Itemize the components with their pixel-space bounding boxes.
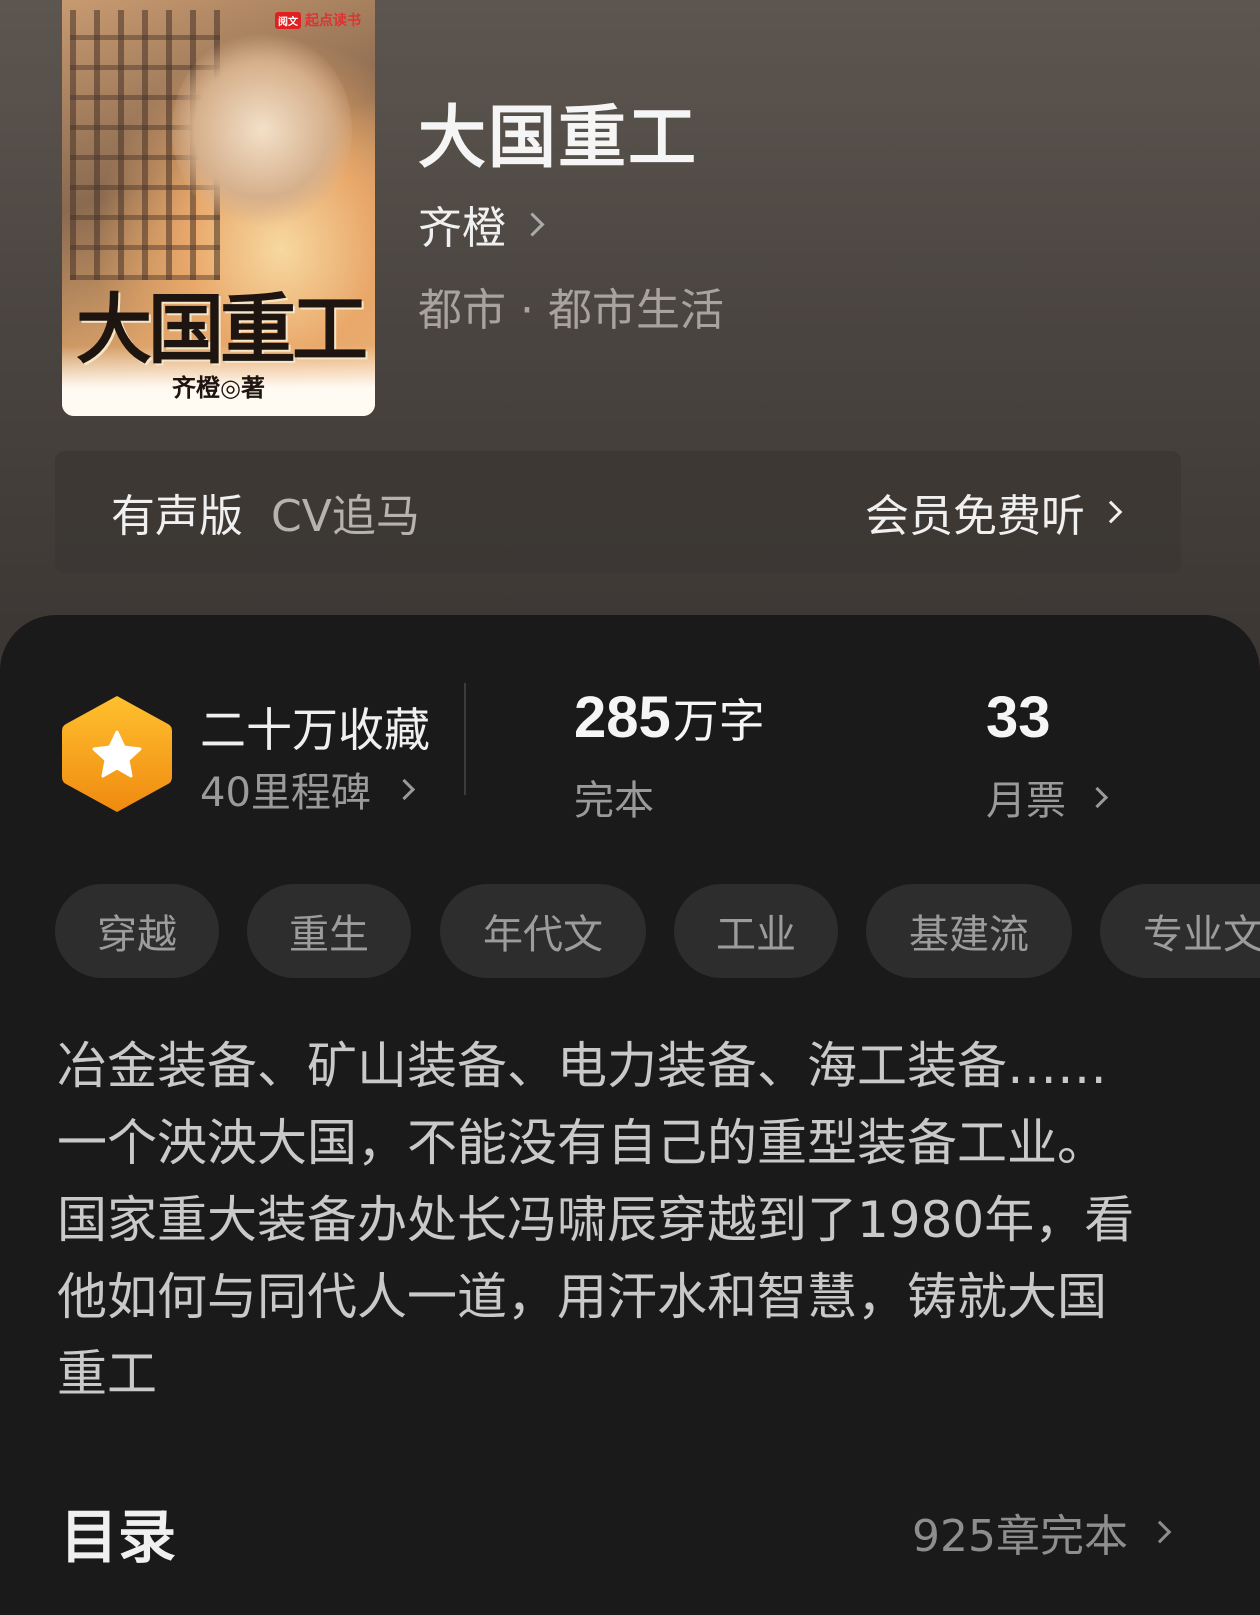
stat-divider xyxy=(464,683,466,795)
tag-chip[interactable]: 工业 xyxy=(674,884,838,978)
audio-label: 有声版 xyxy=(111,491,243,542)
book-intro[interactable]: 冶金装备、矿山装备、电力装备、海工装备…… 一个泱泱大国，不能没有自己的重型装备… xyxy=(57,1028,1187,1413)
book-cover[interactable]: 阅文 起点读书 大国重工 齐橙◎著 xyxy=(62,0,375,416)
tag-chip[interactable]: 基建流 xyxy=(866,884,1072,978)
toc-link[interactable]: 925章完本 xyxy=(912,1500,1172,1564)
author-link[interactable]: 齐橙 xyxy=(418,192,545,256)
member-free-listen-label: 会员免费听 xyxy=(865,491,1085,542)
completion-status: 完本 xyxy=(574,778,654,824)
word-count: 285万字 xyxy=(574,685,765,750)
monthly-votes-label: 月票 xyxy=(986,778,1066,824)
monthly-votes-count: 33 xyxy=(986,685,1051,750)
tag-chip[interactable]: 穿越 xyxy=(55,884,219,978)
collections-count: 二十万收藏 xyxy=(200,703,430,757)
chevron-right-icon xyxy=(520,211,545,237)
intro-line: 冶金装备、矿山装备、电力装备、海工装备…… xyxy=(57,1037,1107,1095)
toc-title: 目录 xyxy=(60,1503,177,1571)
author-name: 齐橙 xyxy=(418,203,506,254)
intro-line: 重工 xyxy=(57,1345,157,1403)
chevron-right-icon xyxy=(393,778,416,800)
tag-list: 穿越 重生 年代文 工业 基建流 专业文 xyxy=(55,884,1260,980)
milestones-label: 40里程碑 xyxy=(200,770,371,816)
book-category: 都市 · 都市生活 xyxy=(418,285,724,336)
cover-author: 齐橙◎著 xyxy=(172,374,265,402)
book-title: 大国重工 xyxy=(418,98,699,178)
member-free-listen-button[interactable]: 会员免费听 xyxy=(865,480,1123,544)
cover-brand: 阅文 起点读书 xyxy=(275,10,361,30)
audio-cv: CV追马 xyxy=(271,491,420,542)
star-badge-icon xyxy=(62,696,172,812)
audio-version-bar[interactable]: 有声版 CV追马 会员免费听 xyxy=(55,451,1181,573)
tag-chip[interactable]: 专业文 xyxy=(1100,884,1260,978)
tag-chip[interactable]: 重生 xyxy=(247,884,411,978)
intro-line: 一个泱泱大国，不能没有自己的重型装备工业。 xyxy=(57,1114,1107,1172)
intro-line: 国家重大装备办处长冯啸辰穿越到了1980年，看 xyxy=(57,1191,1135,1249)
chevron-right-icon xyxy=(1099,500,1123,524)
milestones-link[interactable]: 40里程碑 xyxy=(200,760,416,818)
monthly-votes-link[interactable]: 月票 xyxy=(986,768,1109,826)
cover-title: 大国重工 xyxy=(76,285,368,374)
chevron-right-icon xyxy=(1148,1520,1172,1544)
chevron-right-icon xyxy=(1086,786,1109,808)
intro-line: 他如何与同代人一道，用汗水和智慧，铸就大国 xyxy=(57,1268,1107,1326)
tag-chip[interactable]: 年代文 xyxy=(440,884,646,978)
toc-status: 925章完本 xyxy=(912,1511,1128,1562)
